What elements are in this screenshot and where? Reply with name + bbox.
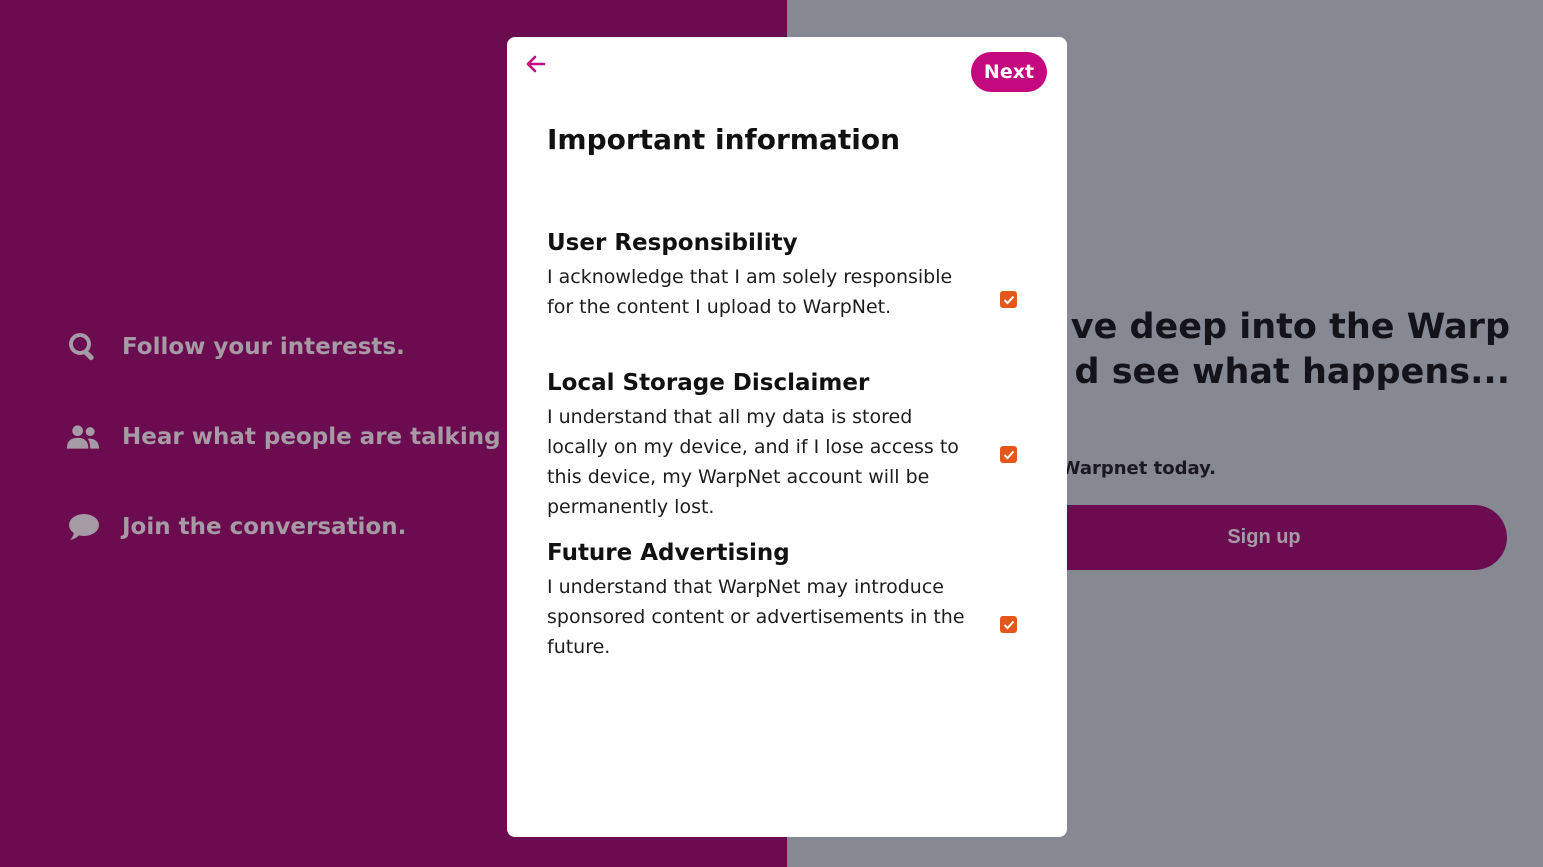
section-local-storage-disclaimer: Local Storage Disclaimer I understand th… [547, 368, 1027, 522]
section-title: Future Advertising [547, 540, 790, 566]
section-title: User Responsibility [547, 230, 798, 256]
section-text: I understand that all my data is stored … [547, 406, 959, 518]
next-button[interactable]: Next [971, 52, 1047, 92]
feature-hear-people: Hear what people are talking abo [66, 420, 556, 454]
checkmark-icon [1003, 290, 1015, 309]
hero-title: ve deep into the Warp d see what happens… [1010, 305, 1510, 395]
important-info-modal: Next Important information User Responsi… [507, 37, 1067, 837]
chat-bubble-icon [66, 510, 100, 544]
feature-join-conversation: Join the conversation. [66, 510, 406, 544]
feature-label: Join the conversation. [122, 514, 407, 540]
hero-title-line-1: ve deep into the Warp [1070, 307, 1510, 347]
back-button[interactable] [525, 55, 547, 77]
local-storage-checkbox[interactable] [1000, 446, 1017, 463]
arrow-left-icon [526, 55, 546, 77]
feature-label: Hear what people are talking abo [122, 424, 557, 450]
section-future-advertising: Future Advertising I understand that War… [547, 538, 1027, 662]
modal-title: Important information [547, 123, 901, 156]
search-icon [66, 330, 100, 364]
future-advertising-checkbox[interactable] [1000, 616, 1017, 633]
people-icon [66, 420, 100, 454]
feature-follow-interests: Follow your interests. [66, 330, 405, 364]
section-text: I understand that WarpNet may introduce … [547, 576, 965, 658]
feature-label: Follow your interests. [122, 334, 405, 360]
checkmark-icon [1003, 615, 1015, 634]
hero-title-line-2: d see what happens... [1074, 352, 1510, 392]
section-user-responsibility: User Responsibility I acknowledge that I… [547, 228, 1027, 322]
section-text: I acknowledge that I am solely responsib… [547, 266, 953, 318]
section-title: Local Storage Disclaimer [547, 370, 870, 396]
user-responsibility-checkbox[interactable] [1000, 291, 1017, 308]
sign-up-button[interactable]: Sign up [1000, 505, 1507, 570]
checkmark-icon [1003, 445, 1015, 464]
